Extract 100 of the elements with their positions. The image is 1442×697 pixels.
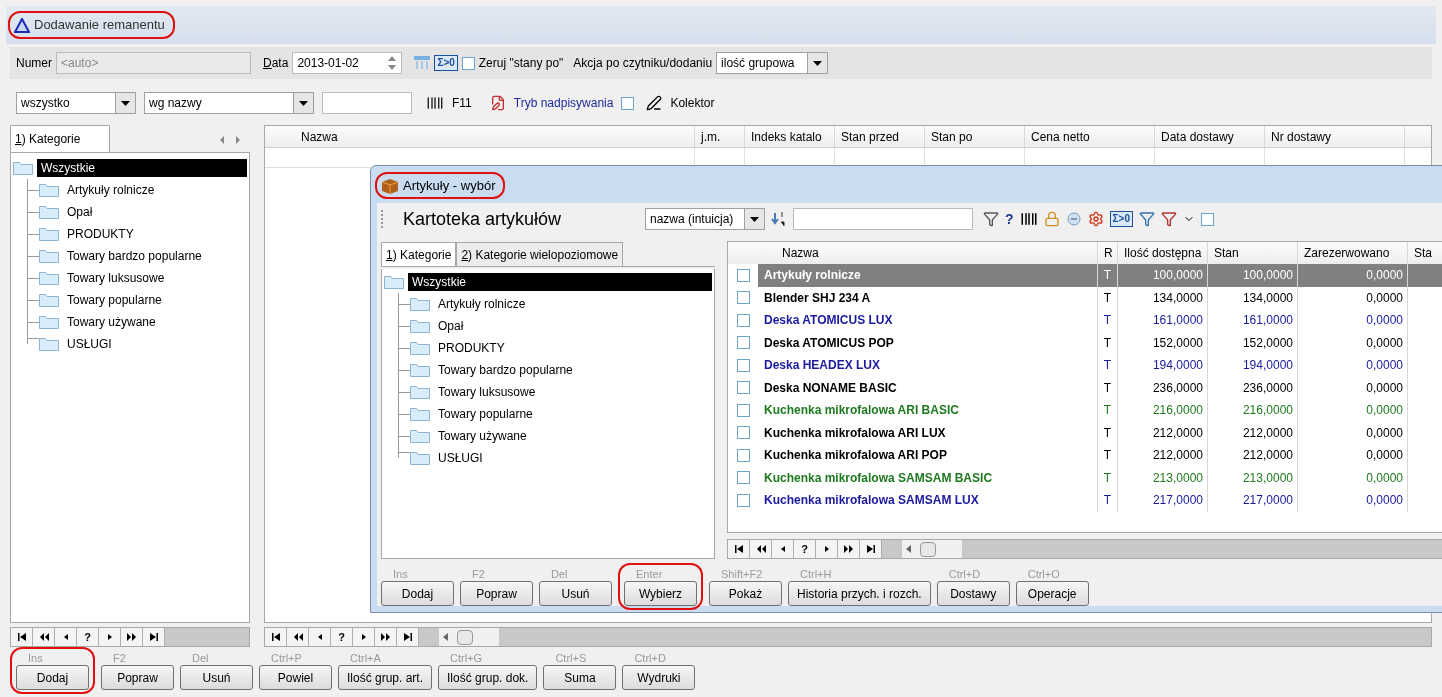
help-button[interactable]: ? [77, 628, 99, 646]
last-button[interactable] [143, 628, 165, 646]
column-header[interactable]: Nr dostawy [1265, 126, 1405, 147]
tree-item[interactable]: Artykuły rolnicze [434, 295, 530, 313]
search-field[interactable] [322, 92, 412, 114]
last-button[interactable] [860, 540, 882, 558]
first-button[interactable] [728, 540, 750, 558]
previous-button[interactable] [772, 540, 794, 558]
first-button[interactable] [265, 628, 287, 646]
next-button[interactable] [99, 628, 121, 646]
scope-select[interactable]: wszystko [16, 92, 136, 114]
table-cell[interactable]: Deska ATOMICUS POP [758, 331, 1098, 354]
tab[interactable]: 1) Kategorie [10, 125, 110, 152]
checkbox[interactable] [736, 313, 750, 327]
help-button[interactable]: ? [794, 540, 816, 558]
help-button[interactable]: ? [331, 628, 353, 646]
action-button[interactable]: Dodaj [381, 581, 454, 606]
checkbox[interactable] [736, 381, 750, 395]
tree-item[interactable]: Wszystkie [37, 159, 247, 177]
previous-button[interactable] [309, 628, 331, 646]
action-button[interactable]: Dodaj [16, 665, 89, 690]
tree-item[interactable]: Towary używane [434, 427, 531, 445]
checkbox[interactable] [736, 291, 750, 305]
page-back-button[interactable] [33, 628, 55, 646]
column-header[interactable]: Data dostawy [1155, 126, 1265, 147]
action-button[interactable]: Wybierz [624, 581, 697, 606]
tree-item[interactable]: PRODUKTY [434, 339, 509, 357]
sum-filter-button[interactable]: Σ>0 [1109, 211, 1133, 227]
tree-item[interactable]: PRODUKTY [63, 225, 138, 243]
page-forward-button[interactable] [375, 628, 397, 646]
tree-item[interactable]: Towary luksusowe [434, 383, 540, 401]
action-button[interactable]: Usuń [180, 665, 253, 690]
date-field[interactable]: 2013-01-02 [292, 52, 403, 74]
spinner-icon[interactable] [387, 54, 398, 72]
scrollbar-thumb[interactable] [457, 629, 473, 645]
action-button[interactable]: Historia przych. i rozch. [788, 581, 931, 606]
page-back-button[interactable] [750, 540, 772, 558]
barcode-icon[interactable] [426, 94, 444, 112]
table-cell[interactable]: Artykuły rolnicze [758, 264, 1098, 287]
lock-icon[interactable] [1043, 211, 1060, 227]
checkbox[interactable] [736, 358, 750, 372]
tree-item[interactable]: Artykuły rolnicze [63, 181, 159, 199]
tree-item[interactable]: Opał [434, 317, 468, 335]
action-button[interactable]: Wydruki [622, 665, 696, 690]
table-cell[interactable]: Deska NONAME BASIC [758, 376, 1098, 399]
next-button[interactable] [353, 628, 375, 646]
column-header[interactable]: j.m. [695, 126, 745, 147]
column-header[interactable]: Stan przed [835, 126, 925, 147]
filter-icon[interactable] [1160, 211, 1177, 227]
tree-item[interactable]: USŁUGI [63, 335, 116, 353]
tree-item[interactable]: Towary luksusowe [63, 269, 169, 287]
sort-select[interactable]: wg nazwy [144, 92, 314, 114]
page-back-button[interactable] [287, 628, 309, 646]
table-cell[interactable]: Kuchenka mikrofalowa ARI BASIC [758, 399, 1098, 422]
table-cell[interactable]: Kuchenka mikrofalowa SAMSAM BASIC [758, 466, 1098, 489]
action-button[interactable]: Usuń [539, 581, 612, 606]
settings-icon[interactable] [1087, 211, 1104, 227]
action-button[interactable]: Pokaż [709, 581, 782, 606]
table-cell[interactable]: Deska ATOMICUS LUX [758, 309, 1098, 332]
sort-select[interactable]: nazwa (intuicja) [645, 208, 765, 230]
checkbox[interactable] [461, 56, 475, 70]
action-button[interactable]: Operacje [1015, 581, 1089, 606]
filter-icon[interactable] [983, 211, 999, 227]
checkbox[interactable] [736, 426, 750, 440]
checkbox[interactable] [736, 448, 750, 462]
action-button[interactable]: Ilość grup. art. [338, 665, 433, 690]
action-button[interactable]: Dostawy [936, 581, 1010, 606]
table-cell[interactable]: Kuchenka mikrofalowa ARI LUX [758, 421, 1098, 444]
checkbox[interactable] [736, 493, 750, 507]
checkbox[interactable] [736, 336, 750, 350]
column-header[interactable]: Nazwa [295, 126, 695, 147]
next-button[interactable] [816, 540, 838, 558]
action-button[interactable]: Ilość grup. dok. [438, 665, 538, 690]
search-field[interactable] [793, 208, 973, 230]
column-header[interactable]: Stan po [925, 126, 1025, 147]
action-select[interactable]: ilość grupowa [716, 52, 829, 74]
page-forward-button[interactable] [838, 540, 860, 558]
action-button[interactable]: Popraw [101, 665, 174, 690]
tab[interactable]: 2) Kategorie wielopoziomowe [456, 242, 624, 266]
number-field[interactable]: <auto> [56, 52, 251, 74]
tree-item[interactable]: Towary popularne [63, 291, 166, 309]
checkbox[interactable] [736, 403, 750, 417]
page-forward-button[interactable] [121, 628, 143, 646]
column-header[interactable]: Cena netto [1025, 126, 1155, 147]
action-button[interactable]: Suma [543, 665, 617, 690]
last-button[interactable] [397, 628, 419, 646]
sort-order-icon[interactable] [771, 211, 787, 227]
column-header[interactable]: Indeks katalo [745, 126, 835, 147]
tree-item[interactable]: Towary popularne [434, 405, 537, 423]
edit-document-icon[interactable] [489, 95, 506, 111]
sum-filter-button[interactable]: Σ>0 [434, 55, 458, 71]
checkbox[interactable] [621, 96, 635, 110]
tree-item[interactable]: Towary bardzo popularne [434, 361, 577, 379]
tab[interactable]: 1) Kategorie [381, 242, 457, 266]
action-button[interactable]: Popraw [460, 581, 533, 606]
table-cell[interactable]: Kuchenka mikrofalowa SAMSAM LUX [758, 489, 1098, 512]
barcode-icon[interactable] [1019, 210, 1038, 228]
tree-item[interactable]: USŁUGI [434, 449, 487, 467]
option-checkbox[interactable] [1200, 212, 1214, 226]
tree-item[interactable]: Wszystkie [408, 273, 712, 291]
